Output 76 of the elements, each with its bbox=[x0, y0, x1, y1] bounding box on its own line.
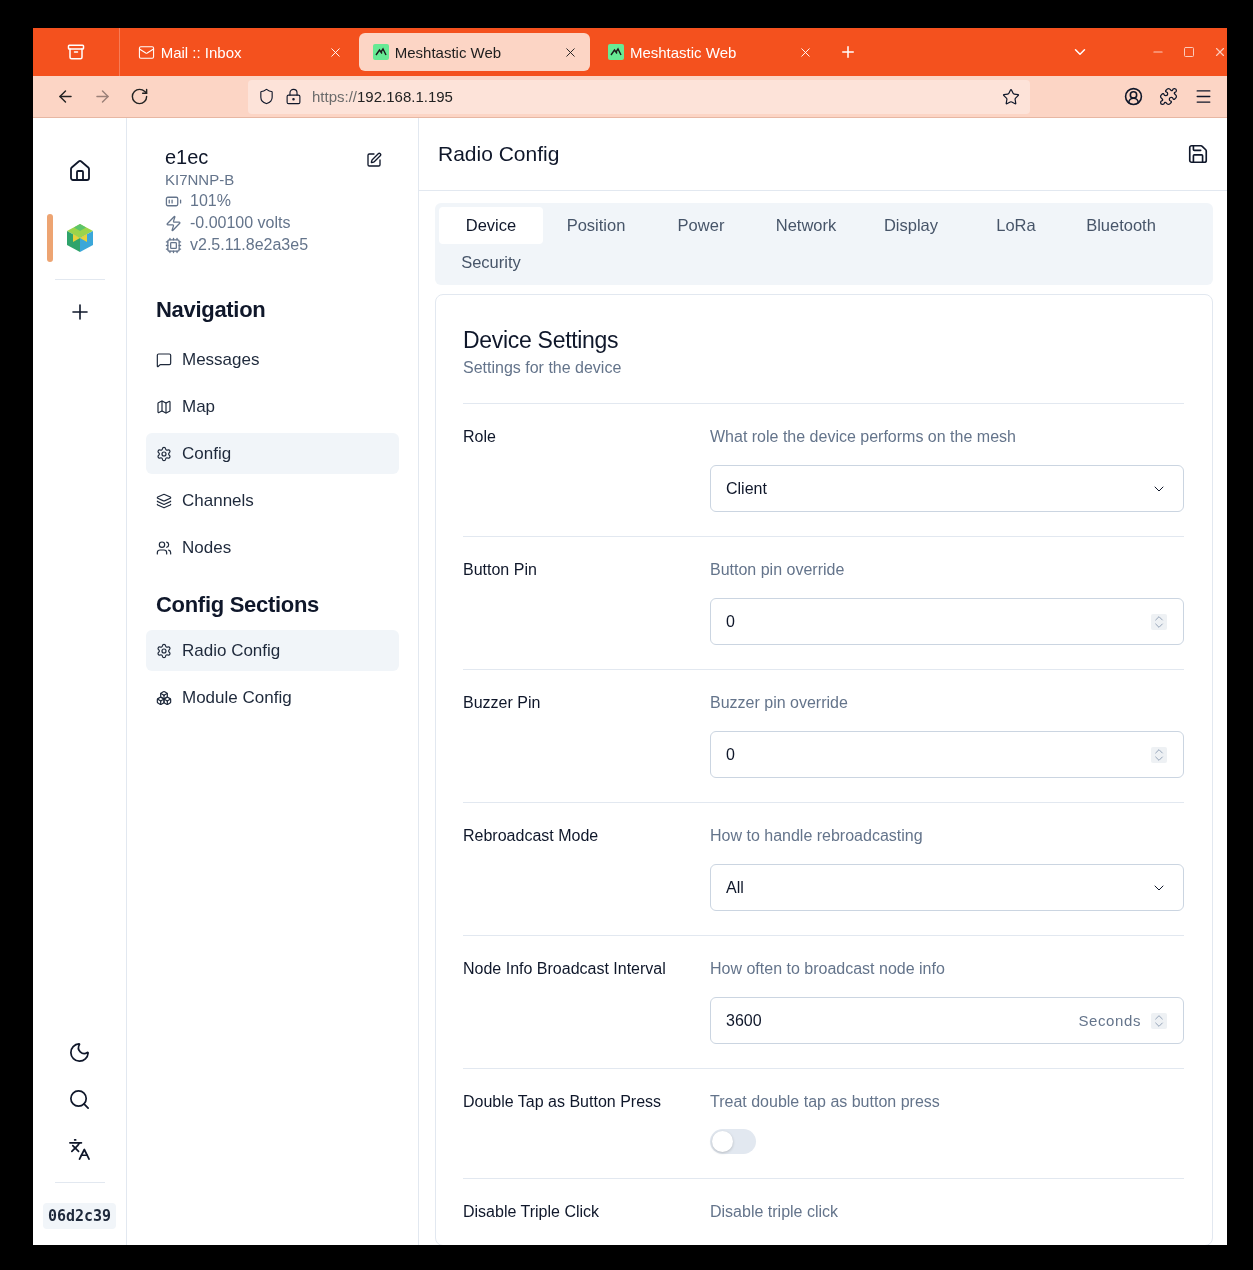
home-icon[interactable] bbox=[67, 159, 92, 183]
nav-item[interactable]: Channels bbox=[146, 480, 399, 521]
config-tab[interactable]: Display bbox=[859, 207, 963, 244]
nav-item[interactable]: Module Config bbox=[146, 677, 399, 718]
config-tab[interactable]: Bluetooth bbox=[1069, 207, 1173, 244]
field-description: What role the device performs on the mesh bbox=[710, 428, 1017, 446]
section-heading: Navigation bbox=[155, 297, 267, 323]
mail-icon bbox=[137, 43, 155, 61]
address-bar[interactable]: https://192.168.1.195 bbox=[248, 79, 1030, 114]
gear-icon bbox=[156, 642, 172, 659]
field-description: Button pin override bbox=[710, 561, 846, 579]
field-label: Rebroadcast Mode bbox=[463, 827, 600, 846]
translate-icon[interactable] bbox=[68, 1137, 91, 1161]
config-tab[interactable]: Device bbox=[439, 207, 543, 244]
users-icon bbox=[156, 539, 172, 556]
field-label: Buzzer Pin bbox=[463, 694, 542, 713]
nav-item[interactable]: Radio Config bbox=[146, 630, 399, 671]
layers-icon bbox=[156, 492, 172, 509]
map-icon bbox=[156, 398, 172, 415]
card-title: Device Settings bbox=[463, 327, 620, 354]
nav-item[interactable]: Nodes bbox=[146, 527, 399, 568]
save-button[interactable] bbox=[1187, 143, 1209, 165]
config-tab[interactable]: LoRa bbox=[964, 207, 1068, 244]
commit-badge: 06d2c39 bbox=[42, 1203, 117, 1229]
edit-button[interactable] bbox=[366, 152, 382, 168]
menu-icon[interactable] bbox=[1194, 87, 1213, 106]
cube-logo-icon bbox=[65, 223, 94, 253]
chip-icon bbox=[165, 236, 182, 254]
field-label: Button Pin bbox=[463, 561, 538, 580]
message-icon bbox=[156, 351, 172, 368]
number-field[interactable]: 3600 Seconds bbox=[710, 997, 1184, 1044]
meshtastic-logo-icon bbox=[607, 44, 624, 60]
tab-list-icon[interactable] bbox=[66, 43, 85, 61]
browser-tab[interactable]: Meshtastic Web bbox=[358, 33, 590, 71]
device-name: e1ec bbox=[165, 146, 209, 169]
meshtastic-logo-icon bbox=[372, 44, 389, 60]
voltage-text: -0.00100 volts bbox=[190, 214, 291, 232]
number-field[interactable]: 0 bbox=[710, 731, 1184, 778]
search-icon[interactable] bbox=[68, 1087, 91, 1111]
config-tab[interactable]: Power bbox=[649, 207, 753, 244]
config-tab[interactable]: Network bbox=[754, 207, 858, 244]
select-field[interactable]: Client bbox=[710, 465, 1184, 512]
lightning-icon bbox=[165, 214, 182, 232]
moon-icon[interactable] bbox=[68, 1040, 91, 1064]
boxes-icon bbox=[156, 689, 172, 706]
field-description: How to handle rebroadcasting bbox=[710, 827, 924, 845]
battery-level: 101% bbox=[190, 192, 231, 210]
gear-icon bbox=[156, 445, 172, 462]
number-field[interactable]: 0 bbox=[710, 598, 1184, 645]
field-description: Buzzer pin override bbox=[710, 694, 849, 712]
config-tab[interactable]: Security bbox=[439, 244, 543, 281]
account-icon[interactable] bbox=[1124, 87, 1143, 106]
nav-item[interactable]: Config bbox=[146, 433, 399, 474]
card-subtitle: Settings for the device bbox=[463, 359, 623, 377]
field-label: Role bbox=[463, 428, 497, 447]
reload-icon[interactable] bbox=[130, 87, 149, 106]
nav-item[interactable]: Map bbox=[146, 386, 399, 427]
section-heading: Config Sections bbox=[155, 592, 320, 618]
toggle-switch[interactable] bbox=[710, 1129, 756, 1154]
lock-icon bbox=[285, 88, 302, 105]
new-tab-icon[interactable] bbox=[839, 43, 857, 61]
field-label: Double Tap as Button Press bbox=[463, 1093, 663, 1112]
field-description: Disable triple click bbox=[710, 1203, 840, 1221]
page-title: Radio Config bbox=[438, 142, 560, 166]
select-field[interactable]: All bbox=[710, 864, 1184, 911]
field-description: How often to broadcast node info bbox=[710, 960, 946, 978]
field-label: Disable Triple Click bbox=[463, 1203, 601, 1221]
field-description: Treat double tap as button press bbox=[710, 1093, 941, 1111]
device-callsign: KI7NNP-B bbox=[165, 171, 236, 188]
nav-item[interactable]: Messages bbox=[146, 339, 399, 380]
field-label: Node Info Broadcast Interval bbox=[463, 960, 667, 979]
config-tab[interactable]: Position bbox=[544, 207, 648, 244]
firmware-version: v2.5.11.8e2a3e5 bbox=[190, 236, 309, 254]
extensions-icon[interactable] bbox=[1159, 87, 1178, 106]
shield-icon bbox=[258, 88, 275, 105]
star-icon[interactable] bbox=[1002, 87, 1020, 106]
